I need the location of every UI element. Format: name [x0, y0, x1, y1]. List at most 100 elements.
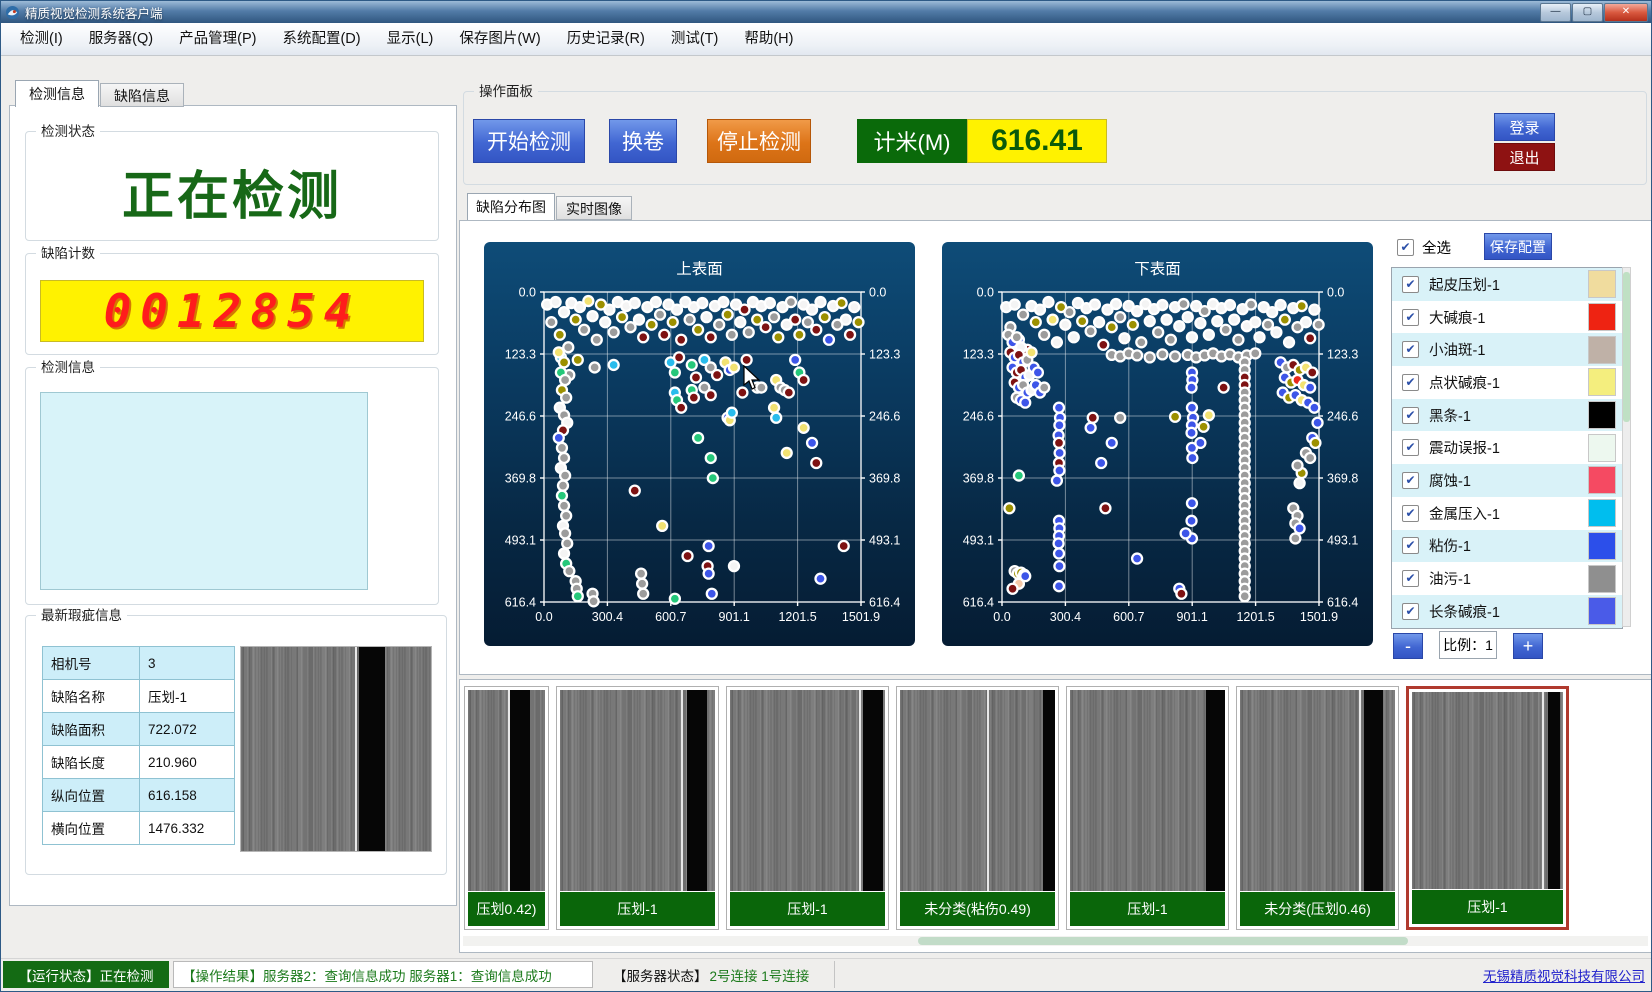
minimize-button[interactable]: —	[1540, 3, 1571, 22]
defect-type-checkbox[interactable]: ✔	[1402, 374, 1419, 391]
defect-counter-display: 0012854	[40, 280, 424, 342]
svg-text:上表面: 上表面	[676, 260, 723, 278]
svg-text:369.8: 369.8	[869, 472, 900, 486]
status-bar: 【运行状态】正在检测 【操作结果】服务器2：查询信息成功 服务器1：查询信息成功…	[1, 958, 1651, 991]
defect-type-checkbox[interactable]: ✔	[1402, 505, 1419, 522]
latest-defect-group: 最新瑕疵信息 相机号3缺陷名称压划-1缺陷面积722.072缺陷长度210.96…	[25, 615, 447, 875]
defect-thumbnail-0[interactable]: 压划0.42)	[464, 686, 549, 930]
table-row: 相机号3	[43, 647, 235, 680]
svg-text:123.3: 123.3	[1327, 348, 1358, 362]
select-all-checkbox[interactable]: ✔	[1397, 239, 1414, 256]
menu-item-6[interactable]: 历史记录(R)	[554, 23, 658, 55]
svg-text:600.7: 600.7	[1113, 610, 1144, 624]
chart-top-surface: 上表面0.0300.4600.7901.11201.51501.90.00.01…	[484, 242, 915, 646]
logout-button[interactable]: 退出	[1494, 143, 1555, 171]
change-roll-button[interactable]: 换卷	[609, 119, 677, 163]
svg-text:300.4: 300.4	[592, 610, 623, 624]
svg-text:246.6: 246.6	[505, 410, 536, 424]
svg-text:下表面: 下表面	[1134, 260, 1181, 278]
svg-text:369.8: 369.8	[963, 472, 994, 486]
defect-thumbnail-2[interactable]: 压划-1	[726, 686, 889, 930]
defect-type-color-swatch	[1588, 434, 1616, 462]
table-row: 横向位置1476.332	[43, 812, 235, 845]
save-config-button[interactable]: 保存配置	[1484, 233, 1552, 260]
tab-defect-map[interactable]: 缺陷分布图	[467, 193, 555, 220]
svg-text:0.0: 0.0	[993, 610, 1010, 624]
defect-type-checkbox[interactable]: ✔	[1402, 570, 1419, 587]
svg-text:1201.5: 1201.5	[1236, 610, 1274, 624]
maximize-button[interactable]: ▢	[1572, 3, 1603, 22]
defect-type-checkbox[interactable]: ✔	[1402, 341, 1419, 358]
defect-thumbnail-6[interactable]: 压划-1	[1406, 686, 1569, 930]
menu-item-5[interactable]: 保存图片(W)	[446, 23, 553, 55]
menu-item-4[interactable]: 显示(L)	[374, 23, 447, 55]
login-button[interactable]: 登录	[1494, 113, 1555, 141]
defect-list-scrollbar[interactable]	[1622, 267, 1631, 627]
menu-item-8[interactable]: 帮助(H)	[731, 23, 806, 55]
stop-detect-button[interactable]: 停止检测	[707, 119, 811, 163]
detect-status-group: 检测状态 正在检测	[25, 131, 439, 241]
defect-type-color-swatch	[1588, 466, 1616, 494]
defect-type-row: ✔ 粘伤-1	[1392, 530, 1622, 563]
operation-panel-title: 操作面板	[474, 83, 538, 100]
defect-type-label: 粘伤-1	[1429, 535, 1588, 556]
defect-type-label: 小油斑-1	[1429, 339, 1588, 360]
detect-info-group: 检测信息	[25, 367, 439, 605]
defect-type-checkbox[interactable]: ✔	[1402, 537, 1419, 554]
svg-text:1201.5: 1201.5	[778, 610, 816, 624]
svg-text:123.3: 123.3	[869, 348, 900, 362]
defect-type-checkbox[interactable]: ✔	[1402, 276, 1419, 293]
tab-live-image[interactable]: 实时图像	[556, 196, 632, 220]
defect-type-color-swatch	[1588, 401, 1616, 429]
defect-type-checkbox[interactable]: ✔	[1402, 309, 1419, 326]
defect-thumbnail-1[interactable]: 压划-1	[556, 686, 719, 930]
thumbnail-panel: 压划0.42)压划-1压划-1未分类(粘伤0.49)压划-1未分类(压划0.46…	[459, 679, 1652, 953]
svg-text:0.0: 0.0	[977, 286, 994, 300]
thumbnail-label: 压划-1	[1070, 892, 1225, 926]
defect-type-row: ✔ 小油斑-1	[1392, 333, 1622, 366]
svg-text:0.0: 0.0	[535, 610, 552, 624]
menu-item-7[interactable]: 测试(T)	[658, 23, 732, 55]
tab-defect-info[interactable]: 缺陷信息	[100, 83, 184, 107]
defect-type-checkbox[interactable]: ✔	[1402, 472, 1419, 489]
run-status-segment: 【运行状态】正在检测	[3, 961, 169, 988]
start-detect-button[interactable]: 开始检测	[473, 119, 585, 163]
svg-text:123.3: 123.3	[963, 348, 994, 362]
mouse-cursor	[743, 365, 765, 391]
menu-item-3[interactable]: 系统配置(D)	[269, 23, 373, 55]
menu-item-0[interactable]: 检测(I)	[7, 23, 76, 55]
thumbnail-scrollbar[interactable]	[463, 936, 1648, 946]
defect-thumbnail-5[interactable]: 未分类(压划0.46)	[1236, 686, 1399, 930]
defect-type-checkbox[interactable]: ✔	[1402, 407, 1419, 424]
latest-defect-title: 最新瑕疵信息	[36, 607, 127, 624]
menu-item-1[interactable]: 服务器(Q)	[76, 23, 166, 55]
thumbnail-label: 压划-1	[1412, 890, 1563, 924]
defect-type-checkbox[interactable]: ✔	[1402, 439, 1419, 456]
defect-thumbnail-4[interactable]: 压划-1	[1066, 686, 1229, 930]
table-row: 纵向位置616.158	[43, 779, 235, 812]
menu-item-2[interactable]: 产品管理(P)	[166, 23, 269, 55]
defect-type-color-swatch	[1588, 270, 1616, 298]
table-row: 缺陷面积722.072	[43, 713, 235, 746]
defect-type-row: ✔黑条-1	[1392, 399, 1622, 432]
table-row: 缺陷名称压划-1	[43, 680, 235, 713]
svg-text:901.1: 901.1	[1177, 610, 1208, 624]
defect-type-checkbox[interactable]: ✔	[1402, 603, 1419, 620]
svg-text:246.6: 246.6	[869, 410, 900, 424]
latest-defect-image	[240, 646, 432, 852]
zoom-out-button[interactable]: -	[1393, 633, 1423, 659]
detect-status-title: 检测状态	[36, 123, 100, 140]
zoom-in-button[interactable]: +	[1513, 633, 1543, 659]
company-link[interactable]: 无锡精质视觉科技有限公司	[1483, 961, 1645, 988]
defect-type-color-swatch	[1588, 565, 1616, 593]
defect-type-row: ✔腐蚀-1	[1392, 464, 1622, 497]
server-status-segment: 【服务器状态】 2号连接 1号连接	[613, 961, 835, 988]
close-button[interactable]: ✕	[1604, 3, 1648, 22]
svg-text:616.4: 616.4	[505, 596, 536, 610]
defect-count-group: 缺陷计数 0012854	[25, 253, 439, 355]
tab-detect-info[interactable]: 检测信息	[15, 80, 99, 107]
menu-bar: 检测(I)服务器(Q)产品管理(P)系统配置(D)显示(L)保存图片(W)历史记…	[1, 23, 1651, 56]
defect-thumbnail-3[interactable]: 未分类(粘伤0.49)	[896, 686, 1059, 930]
thumbnail-label: 压划-1	[730, 892, 885, 926]
title-bar[interactable]: 精质视觉检测系统客户端 — ▢ ✕	[1, 1, 1651, 23]
